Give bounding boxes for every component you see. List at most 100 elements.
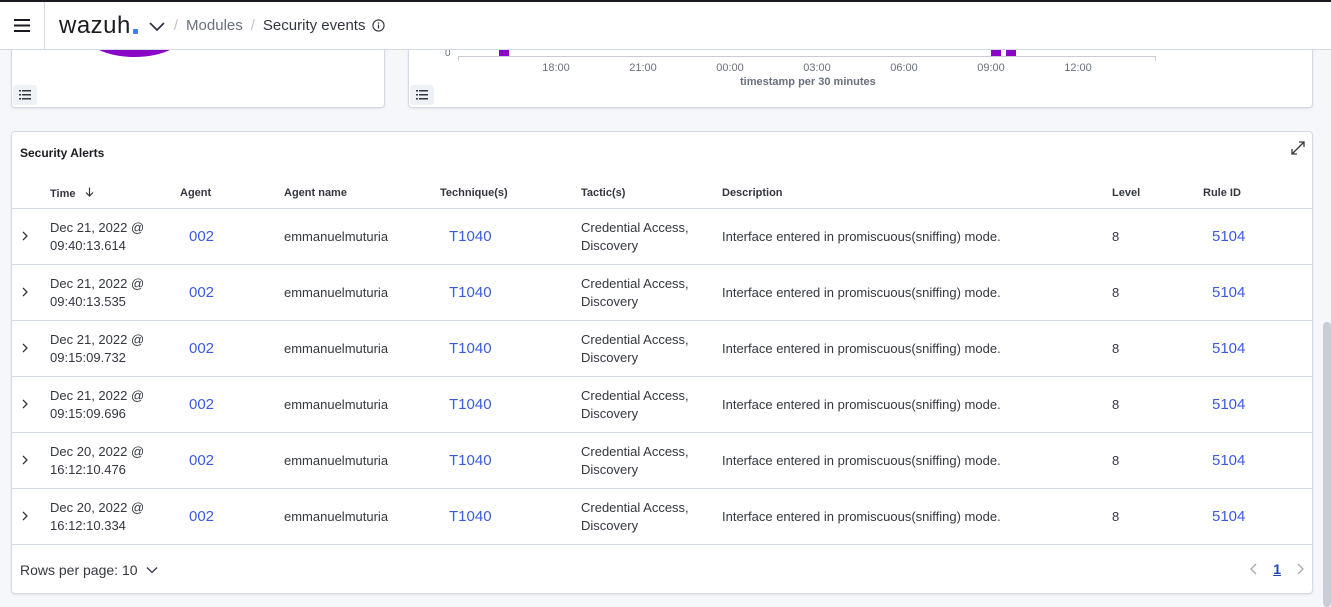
column-header-agent[interactable]: Agent <box>180 187 211 199</box>
cell-time: Dec 21, 2022 @ 09:40:13.535 <box>50 275 144 311</box>
cell-agent-link[interactable]: 002 <box>189 508 214 525</box>
chevron-right-icon[interactable] <box>20 342 30 354</box>
tactic-line: Credential Access, <box>581 500 689 515</box>
histogram-bar[interactable] <box>991 49 1001 56</box>
tactic-line: Discovery <box>581 294 639 309</box>
cell-rule-id-link[interactable]: 5104 <box>1212 340 1245 357</box>
time-clock: 09:15:09.732 <box>50 350 126 365</box>
cell-agent-name: emmanuelmuturia <box>284 397 389 412</box>
cell-agent-link[interactable]: 002 <box>189 284 214 301</box>
tactic-line: Discovery <box>581 238 639 253</box>
cell-description: Interface entered in promiscuous(sniffin… <box>722 397 1001 412</box>
cell-agent-link[interactable]: 002 <box>189 228 214 245</box>
tactic-line: Discovery <box>581 518 639 533</box>
cell-level: 8 <box>1112 229 1120 244</box>
x-tick-label: 12:00 <box>1064 62 1092 74</box>
cell-agent-name: emmanuelmuturia <box>284 341 389 356</box>
chevron-left-icon[interactable] <box>1249 562 1259 576</box>
tactic-line: Credential Access, <box>581 220 689 235</box>
chevron-right-icon[interactable] <box>20 454 30 466</box>
cell-technique-link[interactable]: T1040 <box>449 284 492 301</box>
histogram-bar[interactable] <box>499 49 509 56</box>
cell-agent-name: emmanuelmuturia <box>284 509 389 524</box>
cell-rule-id-link[interactable]: 5104 <box>1212 228 1245 245</box>
cell-agent-link[interactable]: 002 <box>189 452 214 469</box>
table-row: Dec 21, 2022 @ 09:15:09.696 002 emmanuel… <box>12 377 1313 433</box>
breadcrumb-current: Security events <box>262 17 366 34</box>
cell-tactics: Credential Access, Discovery <box>581 387 689 423</box>
chevron-right-icon[interactable] <box>20 286 30 298</box>
sort-descending-icon <box>85 187 93 197</box>
table-row: Dec 21, 2022 @ 09:15:09.732 002 emmanuel… <box>12 321 1313 377</box>
wazuh-logo[interactable]: wazuh <box>59 12 138 40</box>
chevron-down-icon[interactable] <box>148 20 166 32</box>
cell-tactics: Credential Access, Discovery <box>581 219 689 255</box>
cell-level: 8 <box>1112 341 1120 356</box>
chevron-down-icon <box>146 567 157 574</box>
cell-technique-link[interactable]: T1040 <box>449 228 492 245</box>
fullscreen-icon[interactable] <box>1290 140 1306 156</box>
hamburger-icon <box>14 19 30 32</box>
chevron-right-icon[interactable] <box>1295 562 1305 576</box>
pagination: 1 <box>1249 561 1305 577</box>
list-icon <box>416 90 428 100</box>
cell-technique-link[interactable]: T1040 <box>449 340 492 357</box>
cell-level: 8 <box>1112 397 1120 412</box>
info-icon[interactable] <box>372 19 386 32</box>
cell-level: 8 <box>1112 453 1120 468</box>
page-number-button[interactable]: 1 <box>1273 561 1281 577</box>
column-header-techniques[interactable]: Technique(s) <box>440 187 508 199</box>
legend-toggle-button[interactable] <box>410 85 434 105</box>
time-date: Dec 20, 2022 @ <box>50 444 145 459</box>
column-header-tactics[interactable]: Tactic(s) <box>581 187 625 199</box>
page-scrollbar[interactable] <box>1323 322 1331 607</box>
cell-rule-id-link[interactable]: 5104 <box>1212 508 1245 525</box>
menu-button[interactable] <box>0 1 45 50</box>
chevron-right-icon[interactable] <box>20 510 30 522</box>
tactic-line: Discovery <box>581 350 639 365</box>
cell-technique-link[interactable]: T1040 <box>449 452 492 469</box>
table-row: Dec 20, 2022 @ 16:12:10.334 002 emmanuel… <box>12 489 1313 545</box>
breadcrumb-separator: / <box>250 17 255 34</box>
rows-per-page-select[interactable]: Rows per page: 10 <box>20 562 158 578</box>
x-tick-label: 06:00 <box>890 62 918 74</box>
top-header: wazuh / Modules / Security events <box>0 0 1331 50</box>
cell-technique-link[interactable]: T1040 <box>449 508 492 525</box>
cell-rule-id-link[interactable]: 5104 <box>1212 284 1245 301</box>
cell-technique-link[interactable]: T1040 <box>449 396 492 413</box>
column-header-rule-id[interactable]: Rule ID <box>1203 187 1241 199</box>
histogram-bar[interactable] <box>1006 49 1016 56</box>
cell-rule-id-link[interactable]: 5104 <box>1212 396 1245 413</box>
column-header-description[interactable]: Description <box>722 187 783 199</box>
tactic-line: Credential Access, <box>581 388 689 403</box>
cell-agent-name: emmanuelmuturia <box>284 453 389 468</box>
breadcrumb-separator: / <box>173 17 179 34</box>
tactic-line: Discovery <box>581 462 639 477</box>
cell-agent-name: emmanuelmuturia <box>284 229 389 244</box>
column-header-time[interactable]: Time <box>50 187 94 200</box>
logo-dot <box>132 28 138 34</box>
chevron-right-icon[interactable] <box>20 230 30 242</box>
cell-agent-link[interactable]: 002 <box>189 340 214 357</box>
tactic-line: Discovery <box>581 406 639 421</box>
column-header-level[interactable]: Level <box>1112 187 1140 199</box>
panel-title: Security Alerts <box>20 146 105 160</box>
x-tick-label: 03:00 <box>803 62 831 74</box>
legend-toggle-button[interactable] <box>13 85 37 105</box>
cell-time: Dec 21, 2022 @ 09:40:13.614 <box>50 219 144 255</box>
cell-rule-id-link[interactable]: 5104 <box>1212 452 1245 469</box>
breadcrumb-modules[interactable]: Modules <box>186 17 243 34</box>
security-alerts-panel: Security Alerts Time Agent Agent name Te… <box>11 131 1313 594</box>
cell-agent-link[interactable]: 002 <box>189 396 214 413</box>
x-tick-label: 09:00 <box>977 62 1005 74</box>
x-axis-tick <box>458 56 459 61</box>
column-header-agent-name[interactable]: Agent name <box>284 187 347 199</box>
chevron-right-icon[interactable] <box>20 398 30 410</box>
cell-time: Dec 20, 2022 @ 16:12:10.334 <box>50 499 144 535</box>
time-clock: 09:40:13.614 <box>50 238 126 253</box>
time-date: Dec 21, 2022 @ <box>50 388 145 403</box>
time-date: Dec 21, 2022 @ <box>50 276 145 291</box>
table-row: Dec 21, 2022 @ 09:40:13.535 002 emmanuel… <box>12 265 1313 321</box>
table-header: Time Agent Agent name Technique(s) Tacti… <box>12 176 1313 209</box>
table-footer: Rows per page: 10 1 <box>12 544 1313 594</box>
